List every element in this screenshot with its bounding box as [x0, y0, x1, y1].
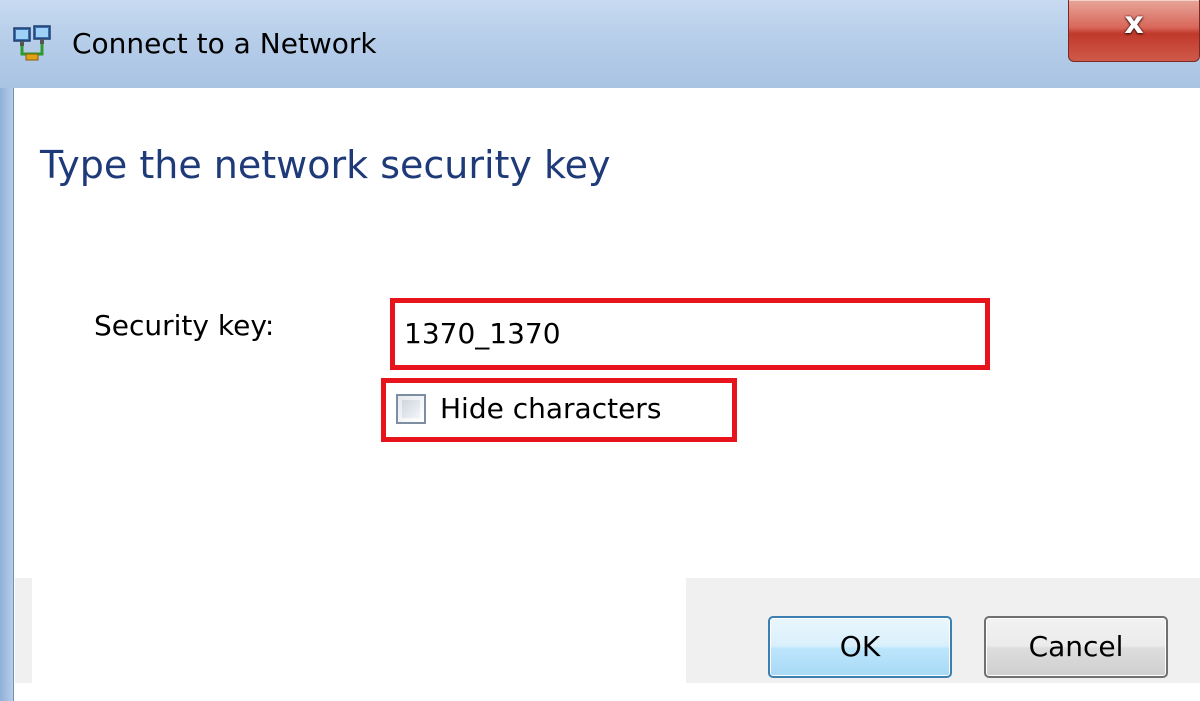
network-connect-icon [12, 24, 52, 64]
dialog-heading: Type the network security key [40, 143, 611, 187]
title-bar[interactable]: Connect to a Network x [0, 0, 1200, 88]
window-bottom-edge [15, 683, 1200, 701]
cancel-button[interactable]: Cancel [984, 616, 1168, 678]
security-key-highlight [390, 298, 990, 370]
window-frame-left [0, 88, 14, 701]
security-key-label: Security key: [94, 309, 275, 342]
window-title: Connect to a Network [72, 27, 377, 60]
footer-blank-area [32, 578, 686, 683]
close-button[interactable]: x [1068, 0, 1200, 62]
hide-characters-highlight [381, 378, 737, 442]
ok-button[interactable]: OK [768, 616, 952, 678]
close-icon: x [1124, 6, 1144, 41]
